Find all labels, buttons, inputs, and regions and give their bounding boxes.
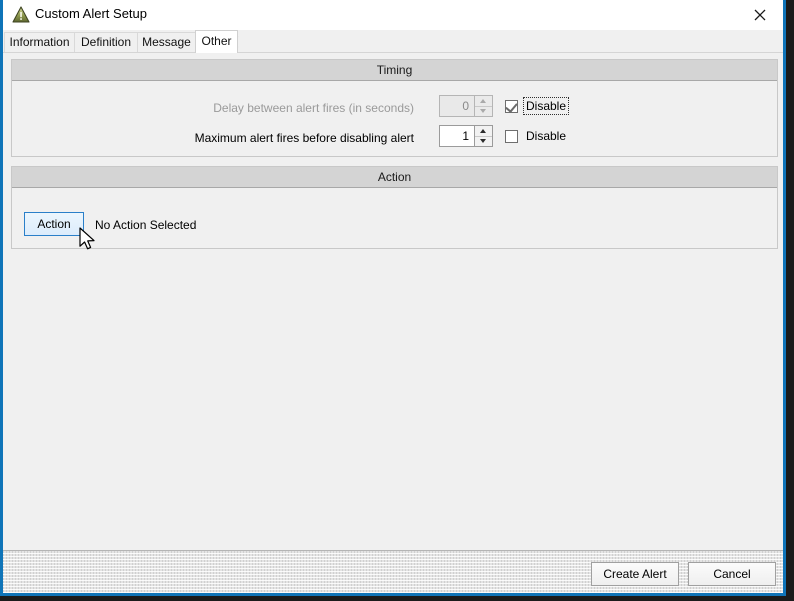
tab-other[interactable]: Other <box>195 30 238 53</box>
maximum-fires-disable-checkbox[interactable] <box>505 129 518 143</box>
maximum-fires-increment-button[interactable] <box>475 126 492 137</box>
create-alert-button[interactable]: Create Alert <box>591 562 679 586</box>
action-group-body: Action No Action Selected <box>12 188 777 250</box>
timing-group-body: Delay between alert fires (in seconds) 0… <box>12 81 777 158</box>
custom-alert-setup-window: Custom Alert Setup Information Definitio… <box>0 0 786 596</box>
action-status-text: No Action Selected <box>95 218 197 232</box>
close-window-button[interactable] <box>737 0 783 29</box>
timing-group-title: Timing <box>12 60 777 81</box>
delay-seconds-increment-button[interactable] <box>475 96 492 107</box>
delay-disable-checkbox[interactable] <box>505 99 518 113</box>
timing-group: Timing Delay between alert fires (in sec… <box>11 59 778 157</box>
delay-disable-label: Disable <box>522 97 570 115</box>
dialog-footer: Create Alert Cancel <box>3 550 783 593</box>
delay-disable-checkbox-row[interactable]: Disable <box>505 97 570 115</box>
delay-seconds-spinner[interactable]: 0 <box>439 95 493 117</box>
delay-between-fires-label: Delay between alert fires (in seconds) <box>213 101 414 115</box>
close-icon <box>754 9 766 21</box>
maximum-fires-stepper[interactable] <box>474 126 492 146</box>
delay-seconds-stepper[interactable] <box>474 96 492 116</box>
title-bar: Custom Alert Setup <box>3 0 783 30</box>
cancel-button[interactable]: Cancel <box>688 562 776 586</box>
tab-content-other: Timing Delay between alert fires (in sec… <box>3 53 783 550</box>
warning-triangle-icon <box>12 6 30 23</box>
delay-seconds-decrement-button[interactable] <box>475 107 492 117</box>
maximum-fires-label: Maximum alert fires before disabling ale… <box>194 131 414 145</box>
maximum-fires-decrement-button[interactable] <box>475 137 492 147</box>
maximum-fires-value[interactable]: 1 <box>440 126 474 146</box>
tab-strip: Information Definition Message Other <box>3 30 783 53</box>
action-group: Action Action No Action Selected <box>11 166 778 250</box>
maximum-fires-spinner[interactable]: 1 <box>439 125 493 147</box>
maximum-fires-disable-checkbox-row[interactable]: Disable <box>505 128 568 144</box>
tab-definition[interactable]: Definition <box>74 32 138 52</box>
window-title: Custom Alert Setup <box>35 6 147 21</box>
tab-information[interactable]: Information <box>4 32 75 52</box>
tab-message[interactable]: Message <box>137 32 196 52</box>
maximum-fires-disable-label: Disable <box>526 129 567 143</box>
action-group-title: Action <box>12 167 777 188</box>
action-button[interactable]: Action <box>24 212 84 236</box>
delay-seconds-value[interactable]: 0 <box>440 96 474 116</box>
